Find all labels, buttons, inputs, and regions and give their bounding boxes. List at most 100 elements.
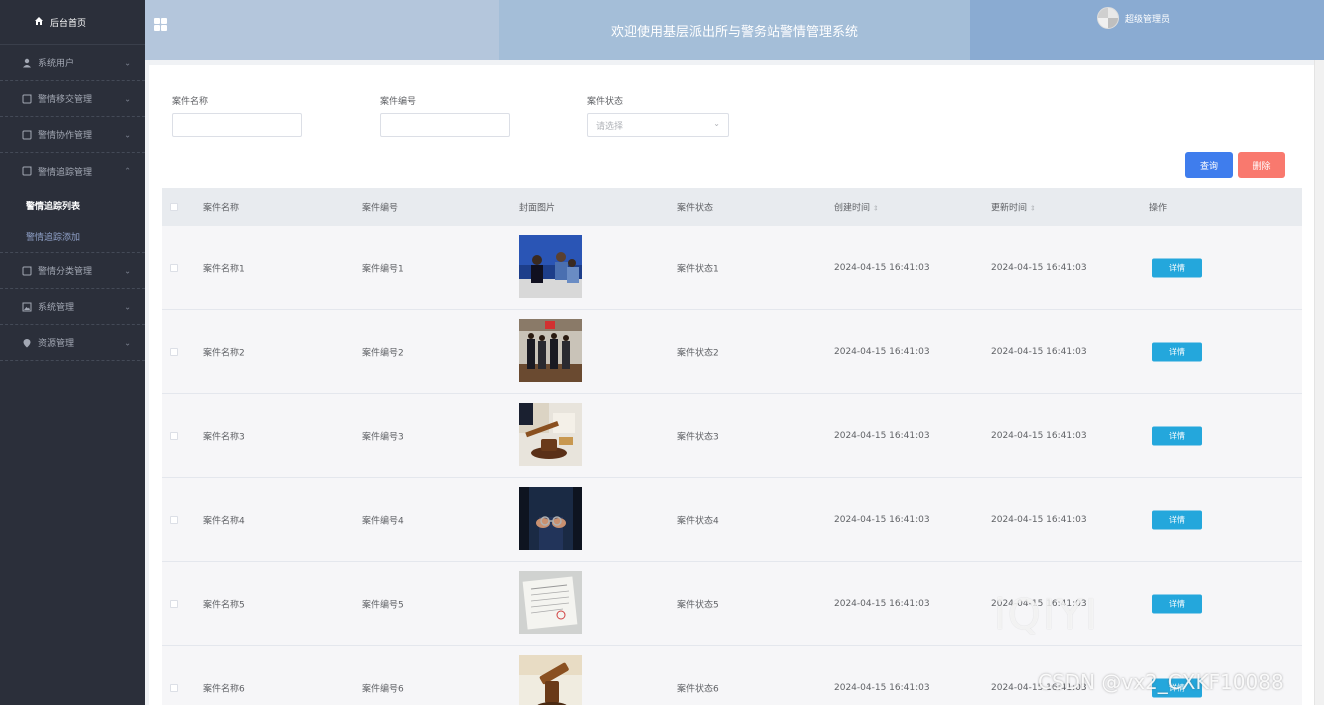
sidebar-item-transfer[interactable]: 警情移交管理 ⌄ — [0, 81, 145, 117]
chevron-down-icon: ⌄ — [124, 130, 131, 139]
detail-button[interactable]: 详情 — [1152, 510, 1202, 529]
doc-icon — [22, 94, 32, 104]
header-left — [145, 0, 499, 60]
case-name-label: 案件名称 — [172, 97, 209, 107]
chevron-down-icon: ⌄ — [124, 58, 131, 67]
detail-button[interactable]: 详情 — [1152, 594, 1202, 613]
sidebar-item-resource[interactable]: 资源管理 ⌄ — [0, 325, 145, 361]
row-checkbox[interactable] — [170, 263, 178, 272]
sidebar-subitem-label: 警情追踪列表 — [26, 201, 81, 212]
case-name-cell: 案件名称2 — [203, 348, 245, 358]
case-no-cell: 案件编号2 — [362, 348, 404, 358]
column-header: 案件编号 — [362, 203, 399, 214]
sidebar-item-users[interactable]: 系统用户 ⌄ — [0, 45, 145, 81]
sidebar-home[interactable]: 后台首页 — [0, 0, 145, 45]
table-row: 案件名称4 案件编号4 案件状态4 2024-04-15 16:41:03 20… — [162, 478, 1302, 562]
chevron-down-icon: ⌄ — [124, 266, 131, 275]
table-row: 案件名称5 案件编号5 案件状态5 2024-04-15 16:41:03 20… — [162, 562, 1302, 646]
column-header-label: 创建时间 — [834, 203, 871, 214]
doc-icon — [22, 266, 32, 276]
case-status-cell: 案件状态6 — [677, 684, 719, 694]
location-icon — [22, 338, 32, 348]
cover-image — [519, 486, 582, 553]
row-checkbox[interactable] — [170, 347, 178, 356]
case-name-cell: 案件名称6 — [203, 684, 245, 694]
user-name: 超级管理员 — [1125, 14, 1171, 25]
sidebar-subitem-tracking-add[interactable]: 警情追踪添加 — [0, 221, 145, 253]
sidebar-item-collaboration[interactable]: 警情协作管理 ⌄ — [0, 117, 145, 153]
table-header: 案件名称 案件编号 封面图片 案件状态 创建时间 ⇕ 更新时间 ⇕ 操作 — [162, 188, 1302, 226]
case-no-cell: 案件编号1 — [362, 264, 404, 274]
sort-icon[interactable]: ⇕ — [873, 205, 879, 213]
sidebar-item-category[interactable]: 警情分类管理 ⌄ — [0, 253, 145, 289]
case-no-cell: 案件编号4 — [362, 516, 404, 526]
row-checkbox[interactable] — [170, 431, 178, 440]
column-header: 操作 — [1149, 203, 1168, 214]
created-time-cell: 2024-04-15 16:41:03 — [834, 682, 930, 693]
case-no-label: 案件编号 — [380, 97, 417, 107]
detail-button-label: 详情 — [1152, 342, 1202, 361]
case-status-cell: 案件状态3 — [677, 432, 719, 442]
table-row: 案件名称3 案件编号3 案件状态3 2024-04-15 16:41:03 20… — [162, 394, 1302, 478]
sidebar-item-system[interactable]: 系统管理 ⌄ — [0, 289, 145, 325]
created-time-cell: 2024-04-15 16:41:03 — [834, 346, 930, 357]
detail-button[interactable]: 详情 — [1152, 342, 1202, 361]
column-header: 案件名称 — [203, 203, 240, 214]
iqiyi-watermark: iQIYI — [994, 590, 1100, 639]
column-header-created[interactable]: 创建时间 ⇕ — [834, 201, 879, 214]
sidebar-home-label: 后台首页 — [50, 18, 87, 29]
row-checkbox[interactable] — [170, 599, 178, 608]
doc-icon — [22, 130, 32, 140]
row-checkbox[interactable] — [170, 683, 178, 692]
case-name-input[interactable] — [172, 113, 302, 137]
sort-icon[interactable]: ⇕ — [1030, 205, 1036, 213]
csdn-watermark: CSDN @vx2_CXKF10088 — [1038, 670, 1284, 694]
case-status-cell: 案件状态4 — [677, 516, 719, 526]
column-header-label: 更新时间 — [991, 203, 1028, 214]
case-no-input[interactable] — [380, 113, 510, 137]
select-all-checkbox[interactable] — [170, 203, 178, 211]
image-icon — [22, 302, 32, 312]
detail-button-label: 详情 — [1152, 510, 1202, 529]
case-no-cell: 案件编号6 — [362, 684, 404, 694]
updated-time-cell: 2024-04-15 16:41:03 — [991, 430, 1087, 441]
cover-image — [519, 402, 582, 469]
column-header: 封面图片 — [519, 203, 556, 214]
header-right: 超级管理员 — [970, 0, 1324, 60]
chevron-down-icon: ⌄ — [713, 119, 720, 128]
home-icon — [34, 16, 44, 29]
detail-button[interactable]: 详情 — [1152, 258, 1202, 277]
sidebar-item-label: 警情追踪管理 — [38, 167, 93, 178]
delete-button[interactable]: 删除 — [1238, 152, 1285, 178]
sidebar-subitem-label: 警情追踪添加 — [26, 233, 81, 243]
detail-button[interactable]: 详情 — [1152, 426, 1202, 445]
doc-icon — [22, 166, 32, 176]
sidebar-item-label: 警情协作管理 — [38, 131, 93, 141]
table-row: 案件名称2 案件编号2 案件状态2 2024-04-15 16:41:03 20… — [162, 310, 1302, 394]
case-name-cell: 案件名称1 — [203, 264, 245, 274]
sidebar-subitem-tracking-list[interactable]: 警情追踪列表 — [0, 189, 145, 221]
case-no-cell: 案件编号5 — [362, 600, 404, 610]
sidebar-item-tracking[interactable]: 警情追踪管理 ⌃ — [0, 153, 145, 189]
updated-time-cell: 2024-04-15 16:41:03 — [991, 262, 1087, 273]
cover-image — [519, 654, 582, 705]
row-checkbox[interactable] — [170, 515, 178, 524]
sidebar-item-label: 资源管理 — [38, 339, 75, 349]
detail-button-label: 详情 — [1152, 426, 1202, 445]
cover-image — [519, 570, 582, 637]
case-status-select[interactable]: 请选择 ⌄ — [587, 113, 729, 137]
main-content: 案件名称 案件编号 案件状态 请选择 ⌄ 查询 删除 案件名称 案件编号 封面图… — [149, 65, 1314, 705]
case-status-label: 案件状态 — [587, 97, 624, 107]
cover-image — [519, 234, 582, 301]
menu-toggle-icon[interactable] — [154, 18, 167, 31]
user-menu[interactable]: 超级管理员 — [1097, 7, 1170, 29]
query-button[interactable]: 查询 — [1185, 152, 1233, 178]
case-table: 案件名称 案件编号 封面图片 案件状态 创建时间 ⇕ 更新时间 ⇕ 操作 案件名称1… — [162, 188, 1302, 705]
created-time-cell: 2024-04-15 16:41:03 — [834, 262, 930, 273]
avatar — [1097, 7, 1119, 29]
vertical-scrollbar[interactable] — [1314, 60, 1324, 705]
case-name-cell: 案件名称4 — [203, 516, 245, 526]
column-header-updated[interactable]: 更新时间 ⇕ — [991, 201, 1036, 214]
case-status-cell: 案件状态2 — [677, 348, 719, 358]
detail-button-label: 详情 — [1152, 594, 1202, 613]
